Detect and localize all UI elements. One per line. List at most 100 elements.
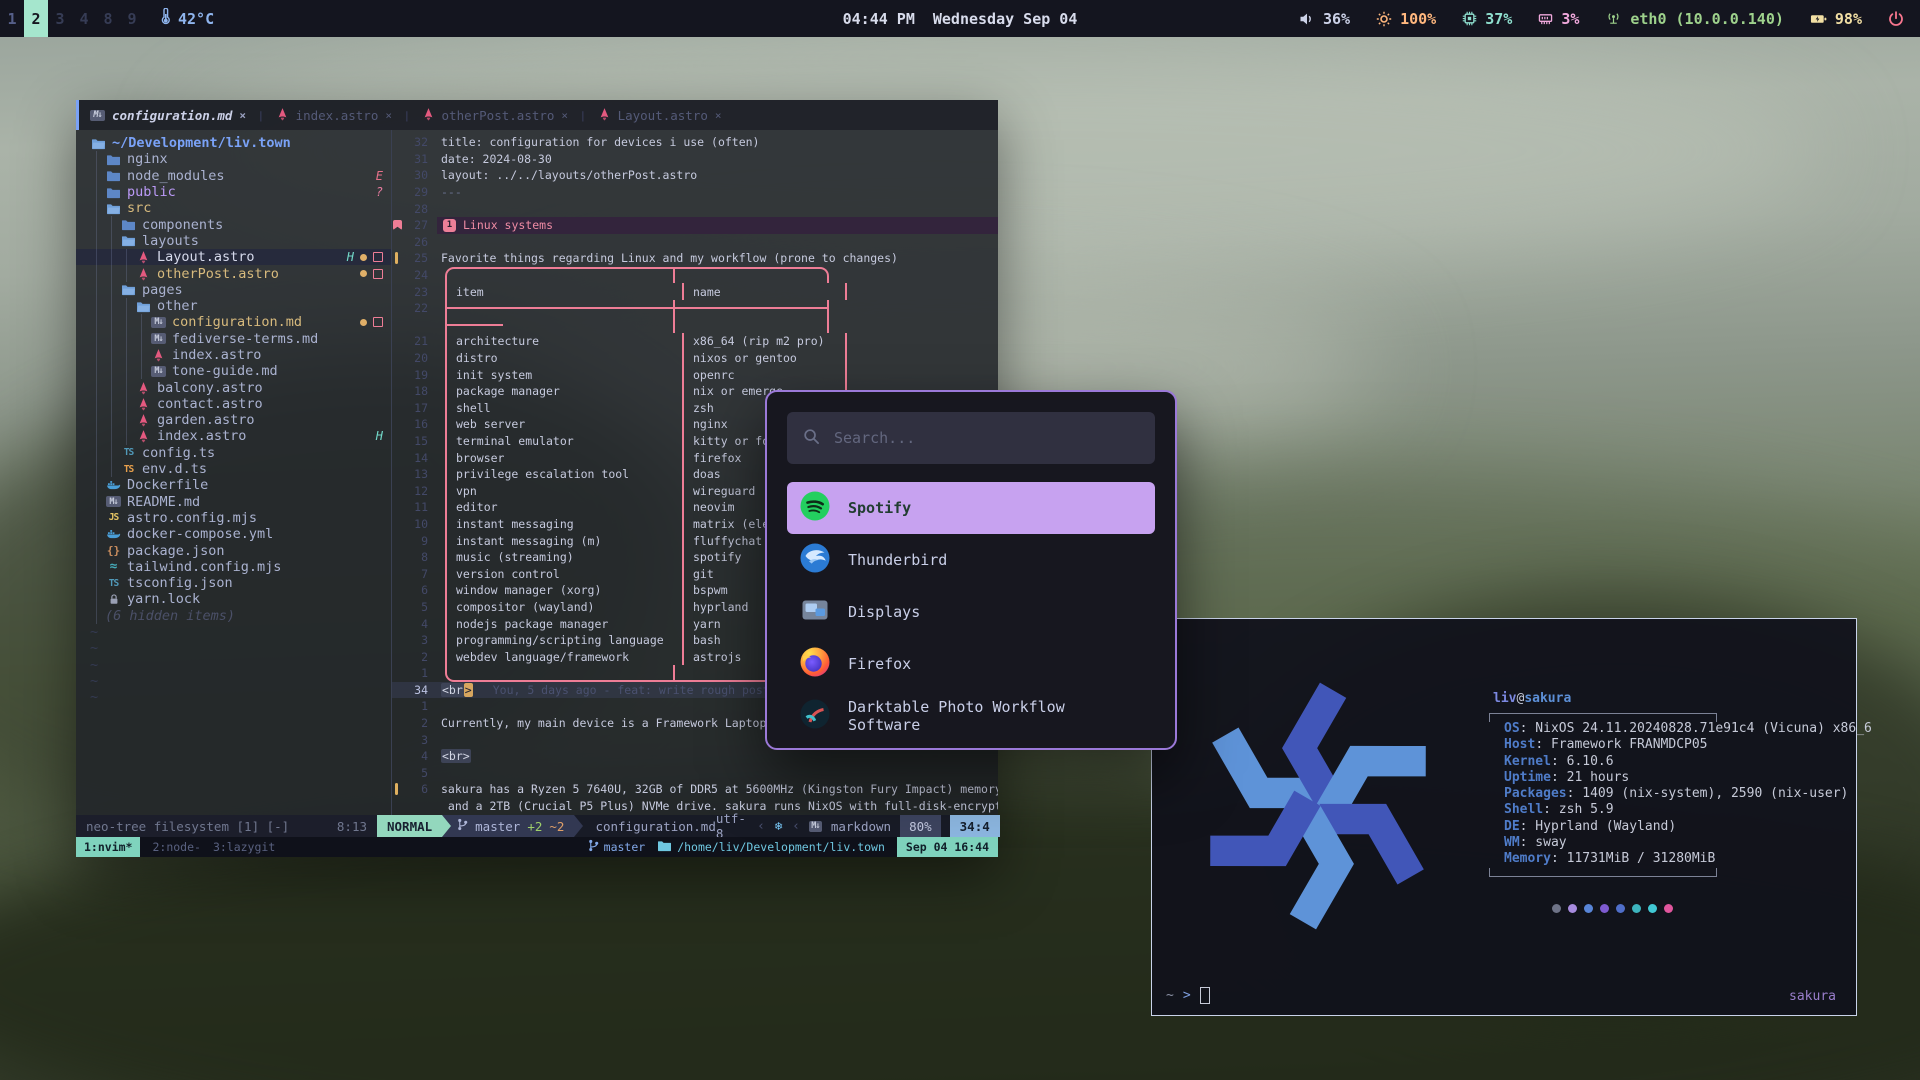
tab-otherPost.astro[interactable]: otherPost.astro× bbox=[411, 100, 580, 130]
workspace-3[interactable]: 3 bbox=[48, 0, 72, 37]
tree-item-label: src bbox=[127, 200, 151, 216]
module-battery[interactable]: 98% bbox=[1810, 10, 1862, 28]
tree-item-index.astro[interactable]: index.astro bbox=[90, 347, 391, 363]
tree-item-label: ~/Development/liv.town bbox=[112, 135, 291, 151]
launcher-item-Thunderbird[interactable]: Thunderbird bbox=[787, 534, 1155, 586]
table-cell-item: window manager (xorg) bbox=[447, 583, 682, 597]
workspace-9[interactable]: 9 bbox=[120, 0, 144, 37]
tmux-window-3[interactable]: 3:lazygit bbox=[213, 840, 275, 854]
tree-item-env.d.ts[interactable]: TSenv.d.ts bbox=[90, 461, 391, 477]
gutter-marks bbox=[392, 416, 402, 433]
tab-close-icon[interactable]: × bbox=[385, 109, 392, 122]
tab-close-icon[interactable]: × bbox=[561, 109, 568, 122]
tree-item-src[interactable]: src bbox=[90, 200, 391, 216]
launcher-item-Firefox[interactable]: Firefox bbox=[787, 638, 1155, 690]
gutter-marks bbox=[392, 383, 402, 400]
js-file-icon: JS bbox=[105, 511, 122, 525]
module-brightness[interactable]: 100% bbox=[1376, 10, 1436, 28]
fetch-host: sakura bbox=[1524, 691, 1571, 706]
editor-line: 30layout: ../../layouts/otherPost.astro bbox=[392, 167, 998, 184]
shell-prompt[interactable]: ~ > bbox=[1166, 987, 1210, 1004]
table-cell-item: webdev language/framework bbox=[447, 650, 682, 664]
tree-item-other[interactable]: other bbox=[90, 298, 391, 314]
tab-close-icon[interactable]: × bbox=[715, 109, 722, 122]
tree-item-components[interactable]: components bbox=[90, 216, 391, 232]
git-branch-icon bbox=[457, 818, 468, 834]
astro-file-icon bbox=[135, 381, 152, 395]
tree-item-tailwind.config.mjs[interactable]: ≈tailwind.config.mjs bbox=[90, 559, 391, 575]
tree-item-nginx[interactable]: nginx bbox=[90, 151, 391, 167]
launcher-item-Displays[interactable]: Displays bbox=[787, 586, 1155, 638]
module-value: 36% bbox=[1323, 10, 1350, 28]
tree-item-fediverse-terms.md[interactable]: M↓fediverse-terms.md bbox=[90, 331, 391, 347]
tree-item-garden.astro[interactable]: garden.astro bbox=[90, 412, 391, 428]
tree-item-otherPost.astro[interactable]: otherPost.astro bbox=[90, 265, 391, 281]
workspace-1[interactable]: 1 bbox=[0, 0, 24, 37]
module-cpu[interactable]: 37% bbox=[1462, 10, 1512, 28]
tree-item-docker-compose.yml[interactable]: docker-compose.yml bbox=[90, 526, 391, 542]
tree-item-Layout.astro[interactable]: Layout.astroH bbox=[76, 249, 391, 265]
line-number: 19 bbox=[402, 368, 437, 382]
color-dot bbox=[1664, 904, 1673, 913]
astro-file-icon bbox=[135, 250, 152, 264]
color-dot bbox=[1552, 904, 1561, 913]
line-number: 11 bbox=[402, 500, 437, 514]
tree-item-config.ts[interactable]: TSconfig.ts bbox=[90, 445, 391, 461]
tree-item-tsconfig.json[interactable]: TStsconfig.json bbox=[90, 575, 391, 591]
tree-item-markers: H bbox=[376, 428, 383, 444]
gutter-marks bbox=[392, 234, 402, 251]
launcher-item-Darktable Photo Workflow Software[interactable]: Darktable Photo Workflow Software bbox=[787, 690, 1155, 742]
tree-item-index.astro[interactable]: index.astroH bbox=[90, 428, 391, 444]
tree-item-Dockerfile[interactable]: Dockerfile bbox=[90, 477, 391, 493]
fetch-info-line: Shell: zsh 5.9 bbox=[1504, 802, 1872, 818]
gutter-marks bbox=[392, 449, 402, 466]
gutter-marks bbox=[392, 184, 402, 201]
folder-icon bbox=[105, 185, 122, 199]
tree-item-configuration.md[interactable]: M↓configuration.md bbox=[90, 314, 391, 330]
tree-item-pages[interactable]: pages bbox=[90, 282, 391, 298]
tab-Layout.astro[interactable]: Layout.astro× bbox=[587, 100, 733, 130]
tab-index.astro[interactable]: index.astro× bbox=[265, 100, 403, 130]
editor-line: 26 bbox=[392, 234, 998, 251]
tree-item-label: index.astro bbox=[172, 347, 261, 363]
tree-item-yarn.lock[interactable]: yarn.lock bbox=[90, 591, 391, 607]
tree-item-README.md[interactable]: M↓README.md bbox=[90, 494, 391, 510]
tmux-window-1[interactable]: 1:nvim* bbox=[76, 837, 140, 857]
gutter-marks bbox=[392, 565, 402, 582]
tree-item-~/Development/liv.town[interactable]: ~/Development/liv.town bbox=[90, 135, 391, 151]
tree-item-tone-guide.md[interactable]: M↓tone-guide.md bbox=[90, 363, 391, 379]
tree-item-layouts[interactable]: layouts bbox=[90, 233, 391, 249]
neotree-sidebar[interactable]: ~/Development/liv.townnginxnode_modulesE… bbox=[76, 130, 391, 815]
tmux-window-2[interactable]: 2:node- bbox=[152, 840, 200, 854]
launcher-search[interactable] bbox=[787, 412, 1155, 464]
module-memory[interactable]: 3% bbox=[1538, 10, 1579, 28]
memory-icon bbox=[1538, 12, 1553, 26]
darktable-icon bbox=[800, 699, 830, 733]
chevron-left-icon: ‹ bbox=[792, 819, 800, 834]
power-button[interactable] bbox=[1888, 11, 1904, 27]
markdown-file-icon: M↓ bbox=[90, 110, 105, 121]
gutter-marks bbox=[392, 798, 402, 815]
workspace-4[interactable]: 4 bbox=[72, 0, 96, 37]
module-network[interactable]: eth0 (10.0.0.140) bbox=[1605, 10, 1784, 28]
gutter-marks bbox=[392, 283, 402, 300]
workspace-2[interactable]: 2 bbox=[24, 0, 48, 37]
tab-configuration.md[interactable]: M↓configuration.md× bbox=[79, 100, 257, 130]
tree-item-node_modules[interactable]: node_modulesE bbox=[90, 168, 391, 184]
brightness-icon bbox=[1376, 11, 1392, 27]
launcher-item-Spotify[interactable]: Spotify bbox=[787, 482, 1155, 534]
editor-line: 31date: 2024-08-30 bbox=[392, 151, 998, 168]
module-volume[interactable]: 36% bbox=[1299, 10, 1350, 28]
tree-item-package.json[interactable]: {}package.json bbox=[90, 542, 391, 558]
gutter-marks bbox=[392, 217, 402, 234]
editor-line: 23itemname bbox=[392, 283, 998, 300]
tree-item-label: pages bbox=[142, 282, 183, 298]
search-input[interactable] bbox=[832, 428, 1139, 448]
tree-item-balcony.astro[interactable]: balcony.astro bbox=[90, 379, 391, 395]
tree-item-public[interactable]: public? bbox=[90, 184, 391, 200]
tab-close-icon[interactable]: × bbox=[239, 109, 246, 122]
workspace-8[interactable]: 8 bbox=[96, 0, 120, 37]
tree-item-contact.astro[interactable]: contact.astro bbox=[90, 396, 391, 412]
powerline-separator bbox=[442, 815, 451, 837]
tree-item-astro.config.mjs[interactable]: JSastro.config.mjs bbox=[90, 510, 391, 526]
